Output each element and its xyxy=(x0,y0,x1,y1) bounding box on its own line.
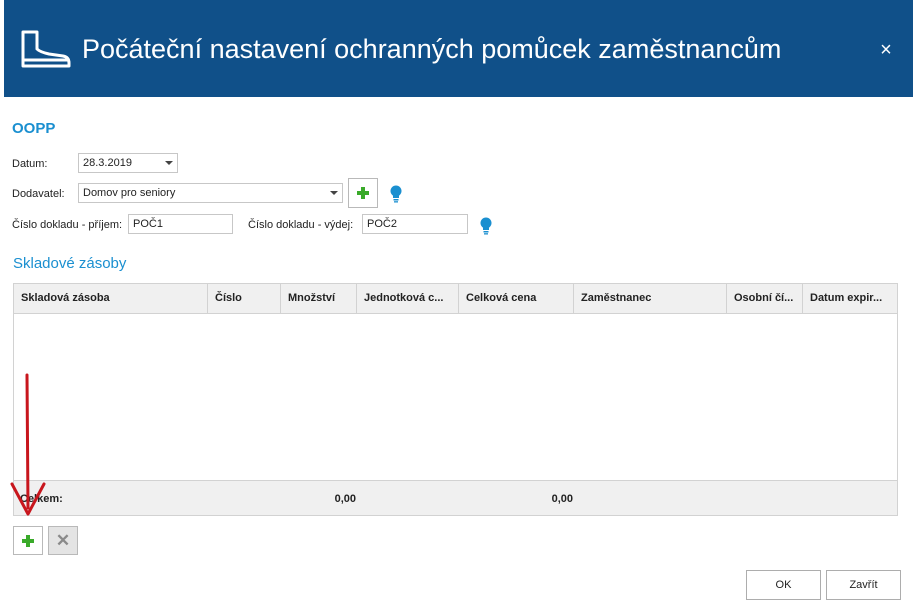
dialog-title: Počáteční nastavení ochranných pomůcek z… xyxy=(82,34,782,64)
footer-celkova-cena-total: 0,00 xyxy=(551,493,573,505)
dodavatel-select[interactable]: Domov pro seniory xyxy=(78,183,343,203)
datum-value: 28.3.2019 xyxy=(83,157,132,169)
column-header-celkova-cena[interactable]: Celková cena xyxy=(459,284,574,314)
dodavatel-value: Domov pro seniory xyxy=(83,187,176,199)
prijem-label: Číslo dokladu - příjem: xyxy=(12,219,123,231)
chevron-down-icon[interactable] xyxy=(165,161,173,165)
add-row-button[interactable] xyxy=(13,526,43,555)
grid-header: Skladová zásoba Číslo Množství Jednotkov… xyxy=(14,284,897,314)
chevron-down-icon[interactable] xyxy=(330,191,338,195)
grid-footer: Celkem: 0,00 0,00 xyxy=(14,480,897,515)
column-header-skladova-zasoba[interactable]: Skladová zásoba xyxy=(14,284,208,314)
lightbulb-icon[interactable] xyxy=(479,217,493,235)
footer-mnozstvi-total: 0,00 xyxy=(334,493,356,505)
vydej-label: Číslo dokladu - výdej: xyxy=(248,219,354,231)
lightbulb-icon[interactable] xyxy=(389,185,403,203)
datum-label: Datum: xyxy=(12,158,48,170)
footer-total-label: Celkem: xyxy=(20,493,63,505)
ok-button[interactable]: OK xyxy=(746,570,821,600)
delete-row-button[interactable]: ✕ xyxy=(48,526,78,555)
column-header-datum-expirace[interactable]: Datum expir... xyxy=(803,284,897,314)
column-header-osobni-cislo[interactable]: Osobní čí... xyxy=(727,284,803,314)
column-header-zamestnanec[interactable]: Zaměstnanec xyxy=(574,284,727,314)
column-header-jednotkova-cena[interactable]: Jednotková c... xyxy=(357,284,459,314)
dodavatel-label: Dodavatel: xyxy=(12,188,65,200)
prijem-field[interactable]: POČ1 xyxy=(128,214,233,234)
datum-picker[interactable]: 28.3.2019 xyxy=(78,153,178,173)
plus-icon xyxy=(357,187,369,199)
column-header-cislo[interactable]: Číslo xyxy=(208,284,281,314)
grid-title: Skladové zásoby xyxy=(13,255,127,272)
section-title-oopp: OOPP xyxy=(12,120,56,137)
stock-grid[interactable]: Skladová zásoba Číslo Množství Jednotkov… xyxy=(13,283,898,516)
close-icon[interactable]: × xyxy=(872,36,900,64)
boot-icon xyxy=(21,30,71,68)
dialog-header: Počáteční nastavení ochranných pomůcek z… xyxy=(4,0,913,97)
close-button[interactable]: Zavřít xyxy=(826,570,901,600)
add-dodavatel-button[interactable] xyxy=(348,178,378,208)
column-header-mnozstvi[interactable]: Množství xyxy=(281,284,357,314)
plus-icon xyxy=(22,534,34,547)
vydej-field[interactable]: POČ2 xyxy=(362,214,468,234)
